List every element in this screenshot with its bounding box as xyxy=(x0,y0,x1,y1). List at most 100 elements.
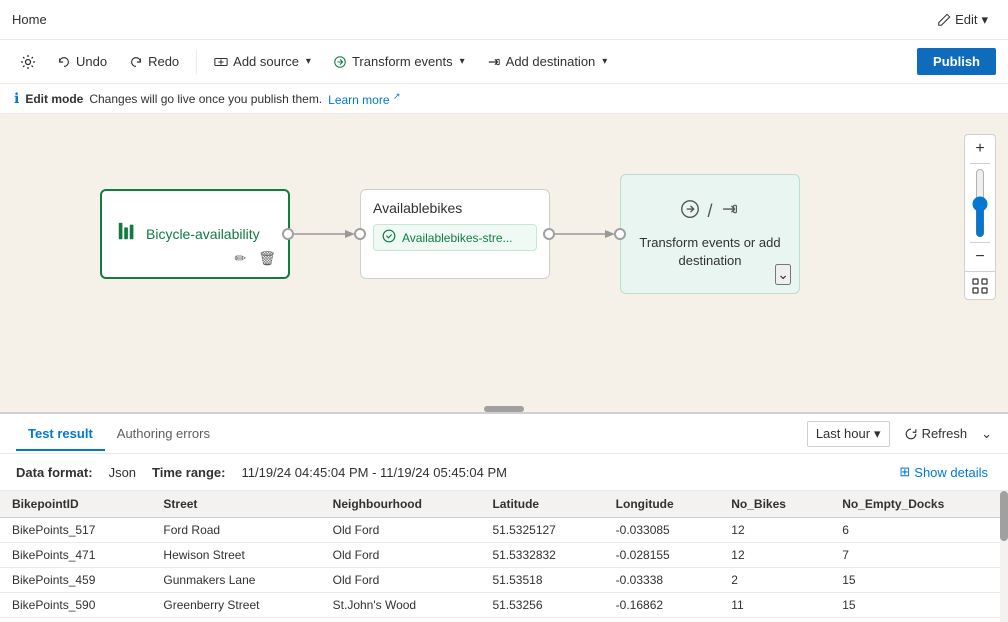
table-cell: 51.53256 xyxy=(480,593,603,618)
settings-button[interactable] xyxy=(12,49,44,75)
info-message: Changes will go live once you publish th… xyxy=(89,92,322,106)
source-node[interactable]: Bicycle-availability ✏ 🗑 xyxy=(100,189,290,279)
zoom-slider[interactable] xyxy=(970,168,990,238)
stream-node[interactable]: Availablebikes Availablebikes-stre... xyxy=(360,189,550,279)
table-cell: 51.524826 xyxy=(480,618,603,622)
table-cell: -0.03338 xyxy=(604,568,720,593)
settings-icon xyxy=(20,54,36,70)
scrollbar-thumb[interactable] xyxy=(1000,491,1008,541)
destination-icons: / xyxy=(679,198,740,226)
info-bar: ℹ Edit mode Changes will go live once yo… xyxy=(0,84,1008,114)
table-cell: BikePoints_459 xyxy=(0,568,151,593)
table-cell: -0.16862 xyxy=(604,593,720,618)
table-cell: BikePoints_471 xyxy=(0,543,151,568)
table-cell: 15 xyxy=(830,593,1008,618)
tab-test-result[interactable]: Test result xyxy=(16,418,105,451)
format-value: Json xyxy=(109,465,136,480)
zoom-in-button[interactable]: + xyxy=(965,135,995,163)
redo-button[interactable]: Redo xyxy=(120,48,188,75)
table-cell: 7 xyxy=(830,543,1008,568)
column-header: No_Bikes xyxy=(719,491,830,518)
edit-mode-label: Edit mode xyxy=(25,92,83,106)
source-node-title: Bicycle-availability xyxy=(116,220,274,248)
arrow-2 xyxy=(550,224,620,244)
source-node-actions: ✏ 🗑 xyxy=(232,248,278,269)
arrow-1-svg xyxy=(290,224,360,244)
table-cell: 1 xyxy=(719,618,830,622)
delete-source-button[interactable]: 🗑 xyxy=(256,248,278,269)
undo-button[interactable]: Undo xyxy=(48,48,116,75)
edit-icon xyxy=(937,13,951,27)
table-cell: 11 xyxy=(719,593,830,618)
canvas-area: Bicycle-availability ✏ 🗑 Availablebikes xyxy=(0,114,1008,412)
stream-item-icon xyxy=(382,229,396,246)
column-header: Street xyxy=(151,491,320,518)
show-details-button[interactable]: ⊞ Show details xyxy=(895,460,992,484)
canvas-hscroll xyxy=(484,406,524,412)
publish-button[interactable]: Publish xyxy=(917,48,996,75)
add-destination-button[interactable]: Add destination ▾ xyxy=(478,48,617,75)
info-icon: ℹ xyxy=(14,90,19,107)
table-cell: Gunmakers Lane xyxy=(151,568,320,593)
range-label: Time range: xyxy=(152,465,225,480)
table-cell: 51.5325127 xyxy=(480,518,603,543)
column-header: BikepointID xyxy=(0,491,151,518)
zoom-fit-button[interactable] xyxy=(965,271,995,299)
edit-button[interactable]: Edit ▾ xyxy=(929,8,996,32)
destination-text: Transform events or add destination xyxy=(633,234,787,270)
add-source-button[interactable]: Add source ▾ xyxy=(205,48,320,75)
edit-source-button[interactable]: ✏ xyxy=(232,248,248,269)
column-header: Latitude xyxy=(480,491,603,518)
table-cell: 6 xyxy=(830,518,1008,543)
tab-authoring-errors[interactable]: Authoring errors xyxy=(105,418,222,451)
transform-icon xyxy=(333,55,347,69)
zoom-out-button[interactable]: − xyxy=(965,243,995,271)
bottom-tabs: Test result Authoring errors Last hour ▾… xyxy=(0,414,1008,454)
table-cell: BikePoints_394 xyxy=(0,618,151,622)
destination-node[interactable]: / Transform events or add destination ⌄ xyxy=(620,174,800,294)
table-cell: 2 xyxy=(719,568,830,593)
table-header-row: BikepointIDStreetNeighbourhoodLatitudeLo… xyxy=(0,491,1008,518)
refresh-button[interactable]: Refresh xyxy=(898,422,974,445)
table-cell: St. John's Wood xyxy=(321,618,481,622)
toolbar: Undo Redo Add source ▾ Transform events … xyxy=(0,40,1008,84)
arrow-2-svg xyxy=(550,224,620,244)
arrow-1 xyxy=(290,224,360,244)
scrollbar-track xyxy=(1000,491,1008,622)
source-output-connector xyxy=(282,228,294,240)
breadcrumb-home: Home xyxy=(12,12,47,27)
learn-more-link[interactable]: Learn more ↗ xyxy=(328,91,400,107)
flow-container: Bicycle-availability ✏ 🗑 Availablebikes xyxy=(100,174,800,294)
table-row: BikePoints_394Aberdeen PlaceSt. John's W… xyxy=(0,618,1008,622)
table-cell: Aberdeen Place xyxy=(151,618,320,622)
table-cell: 12 xyxy=(719,518,830,543)
format-label: Data format: xyxy=(16,465,93,480)
top-bar-right: Edit ▾ xyxy=(929,8,996,32)
column-header: Neighbourhood xyxy=(321,491,481,518)
add-destination-icon xyxy=(487,55,501,69)
stream-node-item: Availablebikes-stre... xyxy=(373,224,537,251)
time-range-select[interactable]: Last hour ▾ xyxy=(807,421,890,447)
refresh-icon xyxy=(904,427,918,441)
destination-icon-node xyxy=(719,198,741,226)
destination-chevron-button[interactable]: ⌄ xyxy=(775,264,791,285)
zoom-controls: + − xyxy=(964,134,996,300)
table-row: BikePoints_471Hewison StreetOld Ford51.5… xyxy=(0,543,1008,568)
destination-node-wrapper: / Transform events or add destination ⌄ xyxy=(620,174,800,294)
stream-node-wrapper: Availablebikes Availablebikes-stre... xyxy=(360,189,550,279)
table-cell: Greenberry Street xyxy=(151,593,320,618)
bottom-tab-actions: Last hour ▾ Refresh ⌄ xyxy=(807,421,992,447)
column-header: No_Empty_Docks xyxy=(830,491,1008,518)
breadcrumb: Home xyxy=(12,12,47,27)
add-source-icon xyxy=(214,55,228,69)
toolbar-divider xyxy=(196,50,197,74)
undo-icon xyxy=(57,55,71,69)
transform-events-button[interactable]: Transform events ▾ xyxy=(324,48,474,75)
table-info-bar: Data format: Json Time range: 11/19/24 0… xyxy=(0,454,1008,491)
source-node-wrapper: Bicycle-availability ✏ 🗑 xyxy=(100,189,290,279)
table-cell: 51.53518 xyxy=(480,568,603,593)
transform-icon-node xyxy=(679,198,701,226)
redo-icon xyxy=(129,55,143,69)
table-cell: Hewison Street xyxy=(151,543,320,568)
stream-input-connector xyxy=(354,228,366,240)
